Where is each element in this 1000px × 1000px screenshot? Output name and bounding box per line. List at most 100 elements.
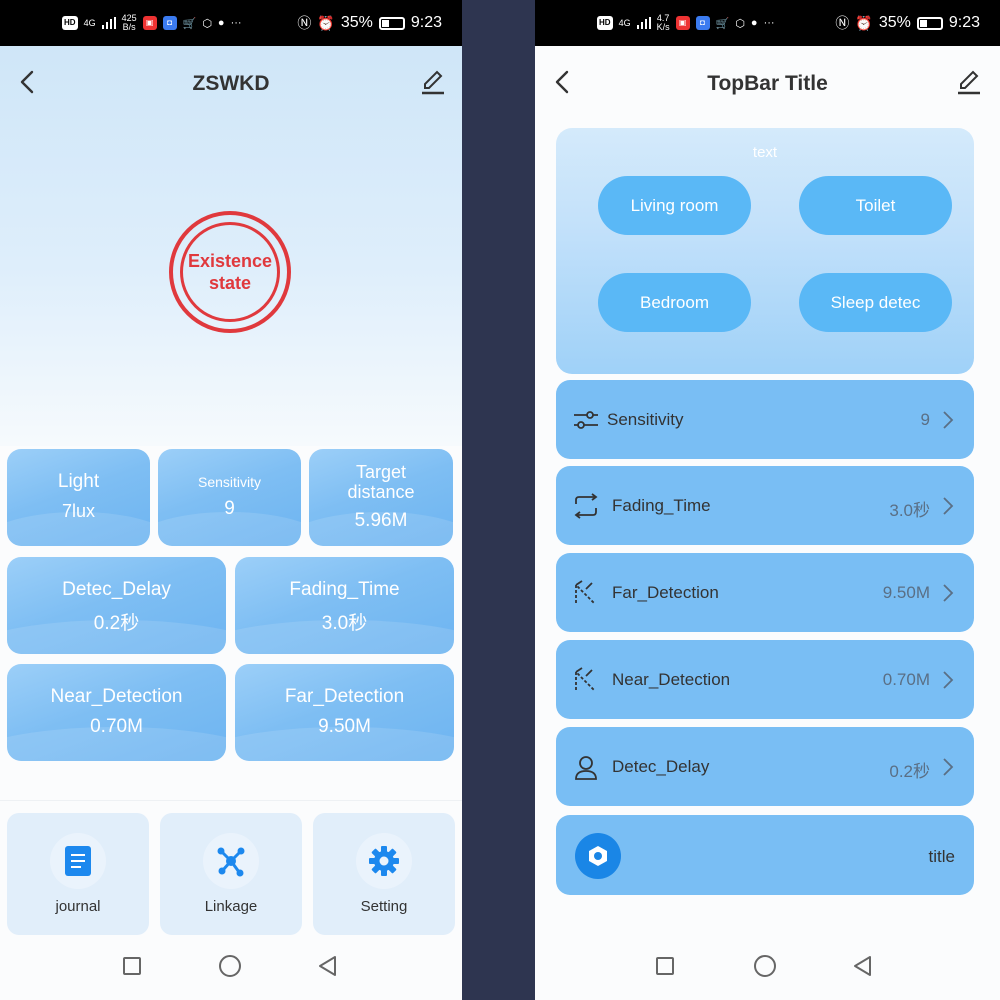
- far-detection-icon: [575, 580, 595, 604]
- light-label: Light: [57, 471, 100, 492]
- existence-state-badge: Existence state: [169, 211, 291, 333]
- setting-button[interactable]: Setting: [313, 813, 455, 935]
- net-speed-unit: K/s: [656, 22, 670, 32]
- more-icon: ···: [230, 17, 242, 29]
- battery-fill: [381, 19, 389, 27]
- person-icon: [575, 756, 597, 780]
- fading-time-card[interactable]: Fading_Time 3.0秒: [235, 557, 454, 654]
- room-pill-toilet[interactable]: Toilet: [799, 176, 952, 235]
- nfc-icon: Ⓝ: [297, 15, 312, 31]
- status-bar: HD 4G 425 B/s ▣ ◘ 🛒 ⬡ ● ··· Ⓝ ⏰ 35% 9:23: [0, 0, 462, 46]
- status-left-group: HD 4G 4.7 K/s ▣ ◘ 🛒 ⬡ ● ···: [597, 14, 775, 32]
- net-speed-unit: B/s: [122, 22, 136, 32]
- nfc-icon: Ⓝ: [835, 15, 850, 31]
- near-detection-card[interactable]: Near_Detection 0.70M: [7, 664, 226, 761]
- back-triangle-icon[interactable]: [851, 954, 873, 978]
- chevron-right-icon: [943, 411, 954, 429]
- system-nav-bar: [0, 940, 462, 1000]
- sensitivity-row-value: 9: [920, 410, 930, 429]
- room-pill-sleep-detec[interactable]: Sleep detec: [799, 273, 952, 332]
- chevron-right-icon: [943, 497, 954, 515]
- edit-pencil-icon[interactable]: [956, 68, 982, 96]
- near-detection-icon: [575, 667, 595, 691]
- far-detection-row[interactable]: Far_Detection 9.50M: [556, 553, 974, 632]
- fading-time-row[interactable]: Fading_Time 3.0秒: [556, 466, 974, 545]
- recent-apps-icon[interactable]: [123, 957, 141, 975]
- linkage-label: Linkage: [204, 898, 258, 915]
- detec-delay-label: Detec_Delay: [62, 579, 171, 600]
- linkage-button[interactable]: Linkage: [160, 813, 302, 935]
- panel-text: text: [752, 144, 778, 161]
- title-row[interactable]: title: [556, 815, 974, 895]
- far-detection-value: 9.50M: [318, 716, 371, 737]
- far-detection-row-value: 9.50M: [882, 583, 930, 602]
- far-detection-label: Far_Detection: [284, 686, 405, 707]
- app-icon: ◘: [695, 16, 710, 30]
- fading-time-label: Fading_Time: [289, 579, 400, 600]
- setting-icon-circle: [356, 833, 412, 889]
- far-detection-card[interactable]: Far_Detection 9.50M: [235, 664, 454, 761]
- sensitivity-card[interactable]: Sensitivity 9: [158, 449, 301, 546]
- back-triangle-icon[interactable]: [316, 954, 338, 978]
- alarm-icon: ⏰: [855, 14, 873, 31]
- status-left-group: HD 4G 425 B/s ▣ ◘ 🛒 ⬡ ● ···: [62, 14, 242, 32]
- signal-label: 4G: [618, 18, 631, 28]
- gear-icon: [369, 846, 399, 876]
- top-bar: TopBar Title: [535, 46, 1000, 120]
- title-label: title: [928, 847, 955, 866]
- journal-button[interactable]: journal: [7, 813, 149, 935]
- status-bar: HD 4G 4.7 K/s ▣ ◘ 🛒 ⬡ ● ··· Ⓝ ⏰ 35% 9:23: [535, 0, 1000, 46]
- home-icon[interactable]: [754, 955, 776, 977]
- app-icon: ◘: [162, 16, 177, 30]
- near-detection-row[interactable]: Near_Detection 0.70M: [556, 640, 974, 719]
- distance-label: distance: [347, 482, 415, 502]
- chat-icon: ●: [750, 17, 758, 29]
- target-distance-card[interactable]: Target distance 5.96M: [309, 449, 453, 546]
- near-detection-label: Near_Detection: [50, 686, 183, 707]
- hex-nut-icon: [589, 846, 607, 866]
- clock: 9:23: [410, 14, 442, 31]
- far-detection-row-label: Far_Detection: [612, 583, 719, 602]
- battery-icon: [378, 16, 405, 30]
- battery-percent: 35%: [878, 14, 911, 31]
- signal-label: 4G: [83, 18, 96, 28]
- fading-time-row-label: Fading_Time: [612, 496, 711, 515]
- setting-label: Setting: [360, 898, 408, 915]
- target-label: Target: [355, 462, 407, 482]
- sensitivity-row[interactable]: Sensitivity 9: [556, 380, 974, 459]
- loop-icon: [574, 493, 598, 519]
- room-pill-living-room[interactable]: Living room: [598, 176, 751, 235]
- light-card[interactable]: Light 7lux: [7, 449, 150, 546]
- light-value: 7lux: [61, 501, 96, 521]
- sensitivity-label: Sensitivity: [197, 474, 262, 490]
- hd-icon: HD: [62, 16, 78, 30]
- linkage-icon-circle: [203, 833, 259, 889]
- edit-pencil-icon[interactable]: [420, 68, 446, 96]
- battery-percent: 35%: [340, 14, 373, 31]
- fading-time-row-value: 3.0秒: [889, 501, 930, 520]
- fading-time-value: 3.0秒: [321, 613, 368, 634]
- battery-icon: [916, 16, 943, 30]
- target-distance-value: 5.96M: [354, 510, 408, 531]
- chevron-right-icon: [943, 758, 954, 776]
- hex-nut-icon-circle: [575, 833, 621, 879]
- room-pill-bedroom[interactable]: Bedroom: [598, 273, 751, 332]
- sensitivity-row-label: Sensitivity: [607, 410, 684, 429]
- detec-delay-row[interactable]: Detec_Delay 0.2秒: [556, 727, 974, 806]
- shop-app-icon: ▣: [142, 16, 157, 30]
- hd-icon: HD: [597, 16, 613, 30]
- net-speed: 425 B/s: [122, 14, 137, 32]
- recent-apps-icon[interactable]: [656, 957, 674, 975]
- detec-delay-value: 0.2秒: [93, 613, 140, 634]
- more-icon: ···: [763, 17, 775, 29]
- net-speed: 4.7 K/s: [657, 14, 670, 32]
- journal-label: journal: [55, 898, 101, 915]
- document-icon: [65, 846, 91, 876]
- home-icon[interactable]: [219, 955, 241, 977]
- detec-delay-row-label: Detec_Delay: [612, 757, 710, 776]
- detec-delay-card[interactable]: Detec_Delay 0.2秒: [7, 557, 226, 654]
- cart-icon: 🛒: [715, 17, 730, 30]
- sliders-icon: [574, 411, 598, 429]
- signal-icon: [101, 17, 116, 29]
- near-detection-row-value: 0.70M: [882, 670, 930, 689]
